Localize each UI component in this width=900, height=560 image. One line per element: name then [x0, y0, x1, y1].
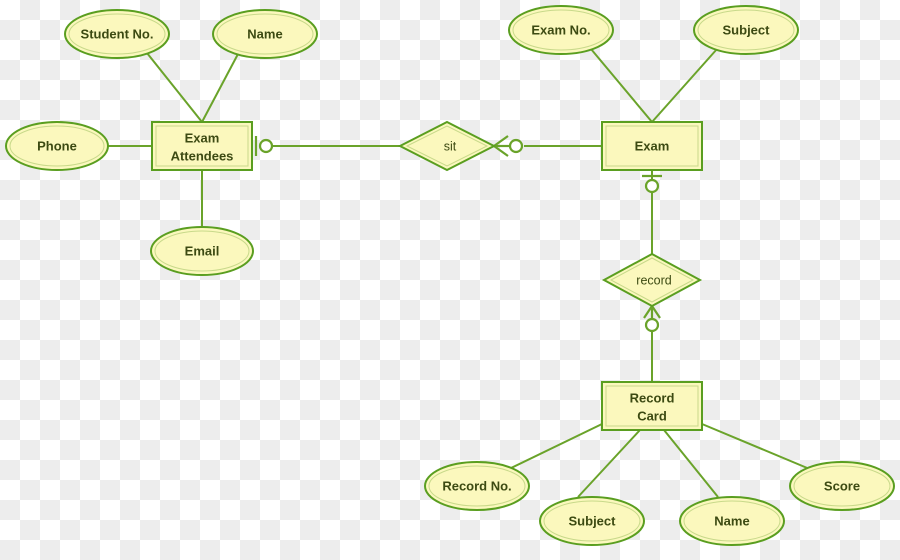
link-student-no	[146, 52, 203, 123]
attribute-subject-exam[interactable]: Subject	[693, 5, 799, 55]
attribute-label: Exam No.	[531, 22, 590, 37]
entity-label-line1: Record	[630, 390, 675, 405]
attribute-label: Subject	[723, 22, 771, 37]
attribute-ellipses: Student No. Name Phone Email Exam No. Su…	[5, 5, 895, 546]
entity-label-line2: Attendees	[171, 148, 234, 163]
attribute-phone[interactable]: Phone	[5, 121, 109, 171]
attribute-name-card[interactable]: Name	[679, 496, 785, 546]
relationship-label: sit	[444, 139, 457, 153]
cardinality-many-exam	[493, 135, 524, 157]
relationship-record[interactable]: record	[601, 252, 703, 308]
attribute-label: Subject	[569, 513, 617, 528]
attribute-label: Email	[185, 243, 220, 258]
attribute-name-attendee[interactable]: Name	[212, 9, 318, 59]
attribute-email[interactable]: Email	[150, 226, 254, 276]
cardinality-many-record-card	[643, 305, 661, 333]
link-name-attendee	[201, 53, 239, 123]
link-subject-exam	[651, 48, 718, 123]
entity-exam-attendees[interactable]: Exam Attendees	[151, 121, 253, 171]
attribute-student-no[interactable]: Student No.	[64, 9, 170, 59]
link-record-no	[506, 423, 603, 471]
er-diagram-svg: Student No. Name Phone Email Exam No. Su…	[5, 5, 895, 546]
entity-label-line1: Exam	[185, 130, 220, 145]
attribute-subject-card[interactable]: Subject	[539, 496, 645, 546]
attribute-label: Score	[824, 478, 860, 493]
attribute-label: Name	[714, 513, 749, 528]
link-score	[701, 423, 813, 471]
entity-label-line2: Card	[637, 408, 667, 423]
attribute-score[interactable]: Score	[789, 461, 895, 511]
entity-record-card[interactable]: Record Card	[601, 381, 703, 431]
link-exam-no	[590, 48, 653, 123]
attribute-label: Record No.	[442, 478, 511, 493]
attribute-label: Phone	[37, 138, 77, 153]
attribute-label: Name	[247, 26, 282, 41]
link-subject-card	[577, 429, 641, 498]
relationship-sit[interactable]: sit	[397, 120, 497, 172]
relationship-label: record	[636, 273, 671, 287]
entity-label-line1: Exam	[635, 138, 670, 153]
cardinality-one-attendees	[254, 136, 274, 156]
attribute-label: Student No.	[81, 26, 154, 41]
entity-exam[interactable]: Exam	[601, 121, 703, 171]
attribute-exam-no[interactable]: Exam No.	[508, 5, 614, 55]
link-name-card	[663, 429, 719, 498]
attribute-record-no[interactable]: Record No.	[424, 461, 530, 511]
er-diagram-canvas: Student No. Name Phone Email Exam No. Su…	[0, 0, 900, 560]
